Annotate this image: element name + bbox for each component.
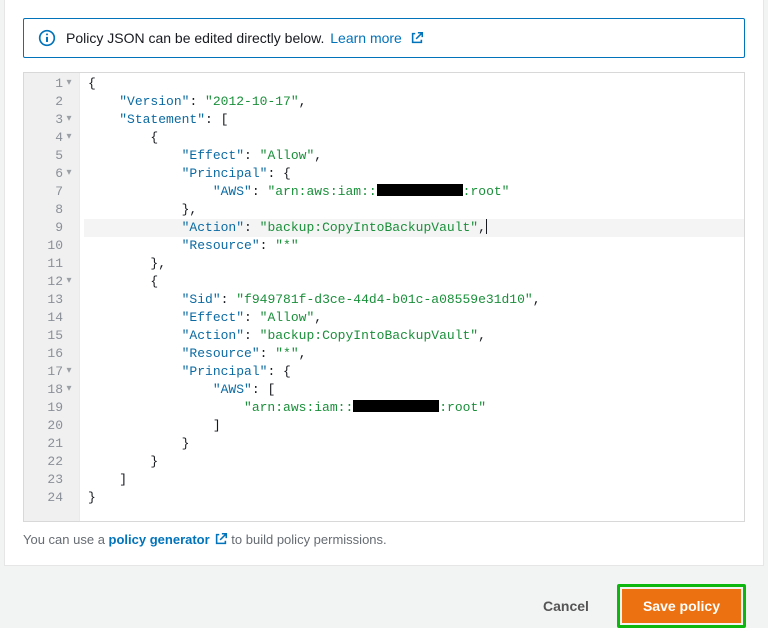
gutter-line: 4▾ xyxy=(24,129,79,147)
code-line[interactable]: "Sid": "f949781f-d3ce-44d4-b01c-a08559e3… xyxy=(84,291,744,309)
code-line[interactable]: } xyxy=(84,453,744,471)
code-line[interactable]: ] xyxy=(84,417,744,435)
gutter-line: 15 xyxy=(24,327,79,345)
code-line[interactable]: } xyxy=(84,435,744,453)
cancel-button[interactable]: Cancel xyxy=(533,590,599,622)
external-link-icon xyxy=(214,532,228,546)
policy-generator-hint: You can use a policy generator to build … xyxy=(23,532,745,547)
gutter-line: 11 xyxy=(24,255,79,273)
code-line[interactable]: { xyxy=(84,75,744,93)
code-line[interactable]: "Principal": { xyxy=(84,165,744,183)
fold-toggle-icon[interactable]: ▾ xyxy=(65,75,73,93)
fold-toggle-icon[interactable]: ▾ xyxy=(65,111,73,129)
code-line[interactable]: }, xyxy=(84,255,744,273)
gutter-line: 10 xyxy=(24,237,79,255)
gutter-line: 14 xyxy=(24,309,79,327)
editor-code-area[interactable]: { "Version": "2012-10-17", "Statement": … xyxy=(80,73,744,521)
fold-toggle-icon[interactable]: ▾ xyxy=(65,363,73,381)
gutter-line: 20 xyxy=(24,417,79,435)
info-icon xyxy=(38,29,56,47)
gutter-line: 2 xyxy=(24,93,79,111)
gutter-line: 5 xyxy=(24,147,79,165)
code-line[interactable]: "arn:aws:iam:::root" xyxy=(84,399,744,417)
code-line[interactable]: "Principal": { xyxy=(84,363,744,381)
hint-suffix: to build policy permissions. xyxy=(228,532,387,547)
fold-toggle-icon[interactable]: ▾ xyxy=(65,273,73,291)
code-line[interactable]: "Action": "backup:CopyIntoBackupVault", xyxy=(84,219,744,237)
editor-gutter: 1▾23▾4▾56▾789101112▾1314151617▾18▾192021… xyxy=(24,73,80,521)
learn-more-link[interactable]: Learn more xyxy=(330,30,423,46)
code-line[interactable]: { xyxy=(84,273,744,291)
fold-toggle-icon[interactable]: ▾ xyxy=(65,381,73,399)
gutter-line: 24 xyxy=(24,489,79,507)
code-line[interactable]: } xyxy=(84,489,744,507)
redacted-text xyxy=(353,400,439,412)
learn-more-label: Learn more xyxy=(330,30,402,46)
code-line[interactable]: "AWS": "arn:aws:iam:::root" xyxy=(84,183,744,201)
hint-prefix: You can use a xyxy=(23,532,109,547)
gutter-line: 12▾ xyxy=(24,273,79,291)
info-banner-message: Policy JSON can be edited directly below… xyxy=(66,30,324,46)
gutter-line: 22 xyxy=(24,453,79,471)
code-line[interactable]: }, xyxy=(84,201,744,219)
gutter-line: 6▾ xyxy=(24,165,79,183)
code-line[interactable]: { xyxy=(84,129,744,147)
json-editor[interactable]: 1▾23▾4▾56▾789101112▾1314151617▾18▾192021… xyxy=(23,72,745,522)
info-banner: Policy JSON can be edited directly below… xyxy=(23,18,745,58)
gutter-line: 7 xyxy=(24,183,79,201)
save-button-highlight: Save policy xyxy=(617,584,746,628)
code-line[interactable]: "Action": "backup:CopyIntoBackupVault", xyxy=(84,327,744,345)
redacted-text xyxy=(377,184,463,196)
gutter-line: 23 xyxy=(24,471,79,489)
footer-actions: Cancel Save policy xyxy=(4,566,764,628)
code-line[interactable]: "Effect": "Allow", xyxy=(84,309,744,327)
policy-generator-link[interactable]: policy generator xyxy=(109,532,228,547)
policy-generator-link-label: policy generator xyxy=(109,532,210,547)
code-line[interactable]: "Statement": [ xyxy=(84,111,744,129)
gutter-line: 16 xyxy=(24,345,79,363)
policy-editor-card: Policy JSON can be edited directly below… xyxy=(4,0,764,566)
gutter-line: 17▾ xyxy=(24,363,79,381)
code-line[interactable]: "Resource": "*", xyxy=(84,345,744,363)
gutter-line: 9 xyxy=(24,219,79,237)
info-banner-text: Policy JSON can be edited directly below… xyxy=(66,30,424,46)
fold-toggle-icon[interactable]: ▾ xyxy=(65,165,73,183)
gutter-line: 13 xyxy=(24,291,79,309)
code-line[interactable]: "AWS": [ xyxy=(84,381,744,399)
code-line[interactable]: "Resource": "*" xyxy=(84,237,744,255)
code-line[interactable]: "Effect": "Allow", xyxy=(84,147,744,165)
code-line[interactable]: ] xyxy=(84,471,744,489)
gutter-line: 8 xyxy=(24,201,79,219)
gutter-line: 18▾ xyxy=(24,381,79,399)
gutter-line: 3▾ xyxy=(24,111,79,129)
gutter-line: 19 xyxy=(24,399,79,417)
gutter-line: 21 xyxy=(24,435,79,453)
code-line[interactable]: "Version": "2012-10-17", xyxy=(84,93,744,111)
text-cursor xyxy=(486,219,487,234)
external-link-icon xyxy=(410,31,424,45)
fold-toggle-icon[interactable]: ▾ xyxy=(65,129,73,147)
gutter-line: 1▾ xyxy=(24,75,79,93)
